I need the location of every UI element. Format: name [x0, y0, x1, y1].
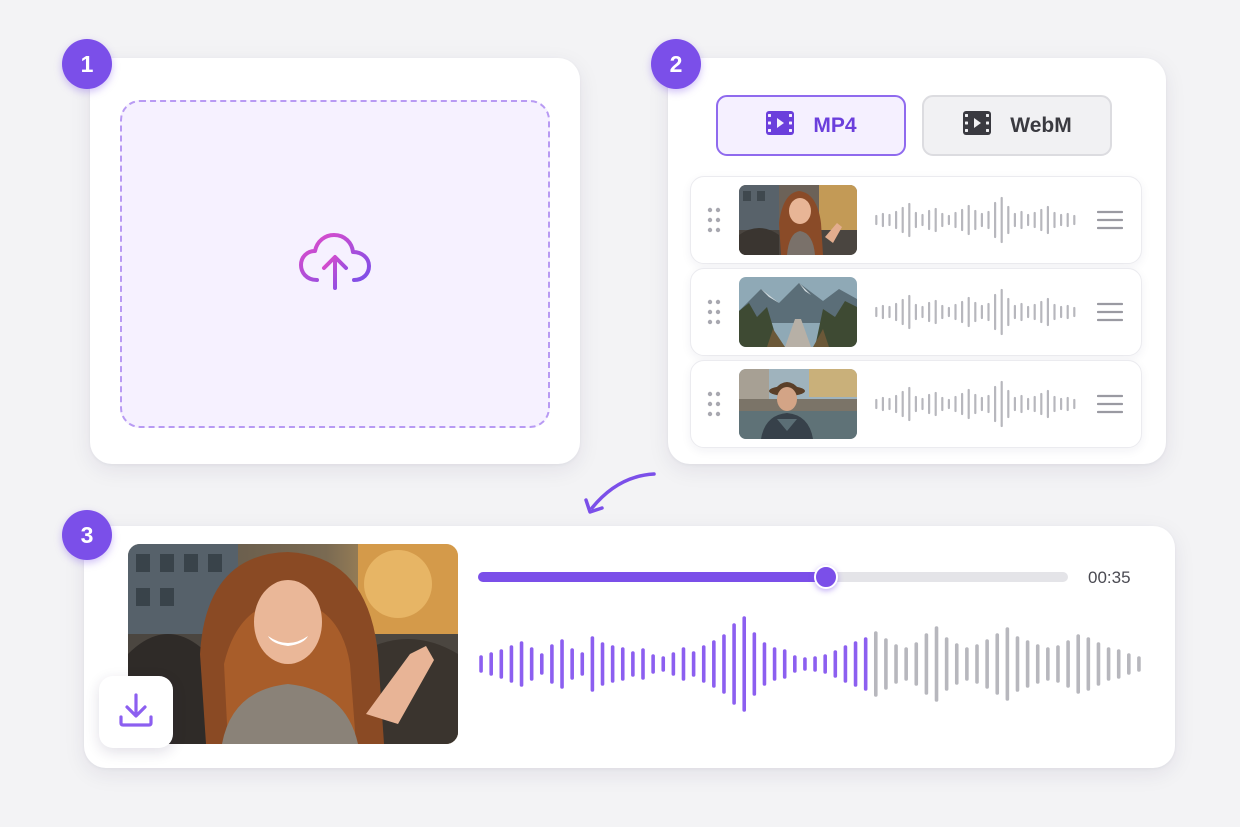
step-badge-3: 3 [62, 510, 112, 560]
step-badge-1: 1 [62, 39, 112, 89]
video-preview[interactable] [128, 544, 458, 744]
clip-row[interactable] [690, 176, 1142, 264]
clip-thumbnail [739, 185, 857, 255]
clip-waveform [875, 380, 1076, 428]
cloud-upload-icon [297, 230, 373, 299]
clip-waveform [875, 288, 1076, 336]
drag-handle-icon[interactable] [707, 299, 721, 330]
upload-dropzone[interactable] [120, 100, 550, 428]
film-icon [962, 110, 992, 142]
menu-icon[interactable] [1096, 210, 1124, 235]
format-mp4-label: MP4 [813, 113, 857, 137]
audio-waveform [479, 616, 1141, 712]
preview-card: 00:35 [84, 526, 1175, 768]
format-webm-button[interactable]: WebM [922, 95, 1112, 156]
format-mp4-button[interactable]: MP4 [716, 95, 906, 156]
download-icon [116, 691, 156, 734]
clip-row[interactable] [690, 268, 1142, 356]
progress-track[interactable] [478, 565, 1068, 589]
upload-card [90, 58, 580, 464]
format-card: MP4 WebM [668, 58, 1166, 464]
curved-arrow-icon [578, 466, 660, 523]
film-icon [765, 110, 795, 142]
clip-row[interactable] [690, 360, 1142, 448]
drag-handle-icon[interactable] [707, 207, 721, 238]
clip-thumbnail [739, 369, 857, 439]
menu-icon[interactable] [1096, 394, 1124, 419]
download-button[interactable] [99, 676, 173, 748]
format-webm-label: WebM [1010, 113, 1072, 137]
progress-fill [478, 572, 827, 582]
clip-waveform [875, 196, 1076, 244]
time-label: 00:35 [1088, 568, 1131, 587]
menu-icon[interactable] [1096, 302, 1124, 327]
progress-knob[interactable] [814, 565, 839, 589]
step-badge-2: 2 [651, 39, 701, 89]
clip-thumbnail [739, 277, 857, 347]
drag-handle-icon[interactable] [707, 391, 721, 422]
